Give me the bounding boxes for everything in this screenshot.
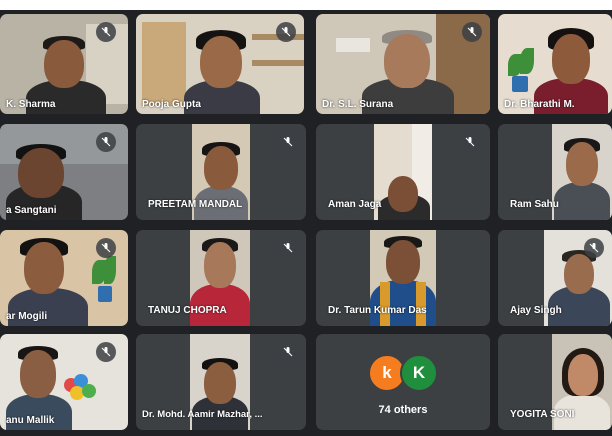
participant-name: ar Mogili (6, 311, 48, 322)
participant-name: Dr. Tarun Kumar Das (328, 305, 427, 316)
window-top-edge (0, 0, 612, 10)
others-avatar-group: k K (368, 354, 448, 394)
participant-tile-mallik[interactable]: anu Mallik (0, 334, 128, 430)
mic-off-icon (278, 342, 298, 362)
participant-tile-aman-jaga[interactable]: Aman Jaga (316, 124, 490, 220)
participant-name: Dr. Mohd. Aamir Mazhar, ... (142, 409, 263, 420)
participant-tile-pooja-gupta[interactable]: Pooja Gupta (136, 14, 304, 114)
mic-off-icon (96, 132, 116, 152)
mic-off-icon (584, 238, 604, 258)
participant-tile-tarun-kumar-das[interactable]: Dr. Tarun Kumar Das (316, 230, 490, 326)
video-grid: K. Sharma Pooja Gupta Dr. S.L. Surana Dr… (0, 0, 612, 436)
participant-video (552, 124, 612, 220)
participant-name: PREETAM MANDAL (148, 199, 243, 210)
participant-tile-ram-sahu[interactable]: Ram Sahu (498, 124, 612, 220)
participant-video (374, 124, 432, 220)
avatar: K (400, 354, 438, 392)
participant-tile-sangtani[interactable]: a Sangtani (0, 124, 128, 220)
participant-tile-ajay-singh[interactable]: Ajay Singh (498, 230, 612, 326)
mic-off-icon (278, 238, 298, 258)
participant-tile-sl-surana[interactable]: Dr. S.L. Surana (316, 14, 490, 114)
participant-name: Ajay Singh (510, 305, 562, 316)
participant-name: Dr. Bharathi M. (504, 99, 575, 110)
mic-off-icon (276, 22, 296, 42)
participant-tile-aamir-mazhar[interactable]: Dr. Mohd. Aamir Mazhar, ... (136, 334, 306, 430)
participant-name: YOGITA SONI (510, 409, 575, 420)
participant-tile-bharathi-m[interactable]: Dr. Bharathi M. (498, 14, 612, 114)
mic-off-icon (278, 132, 298, 152)
participant-name: TANUJ CHOPRA (148, 305, 227, 316)
participant-name: Aman Jaga (328, 199, 382, 210)
mic-off-icon (96, 342, 116, 362)
participant-name: Dr. S.L. Surana (322, 99, 394, 110)
mic-off-icon (462, 22, 482, 42)
participant-name: K. Sharma (6, 99, 56, 110)
participant-name: a Sangtani (6, 205, 57, 216)
participant-name: Ram Sahu (510, 199, 559, 210)
participant-tile-preetam-mandal[interactable]: PREETAM MANDAL (136, 124, 306, 220)
participant-tile-k-sharma[interactable]: K. Sharma (0, 14, 128, 114)
others-count-label: 74 others (378, 404, 428, 416)
others-tile[interactable]: k K 74 others (316, 334, 490, 430)
participant-tile-mogili[interactable]: ar Mogili (0, 230, 128, 326)
mic-off-icon (460, 132, 480, 152)
mic-off-icon (96, 22, 116, 42)
participant-name: Pooja Gupta (142, 99, 201, 110)
mic-off-icon (96, 238, 116, 258)
participant-name: anu Mallik (6, 415, 55, 426)
participant-tile-tanuj-chopra[interactable]: TANUJ CHOPRA (136, 230, 306, 326)
participant-tile-yogita-soni[interactable]: YOGITA SONI (498, 334, 612, 430)
